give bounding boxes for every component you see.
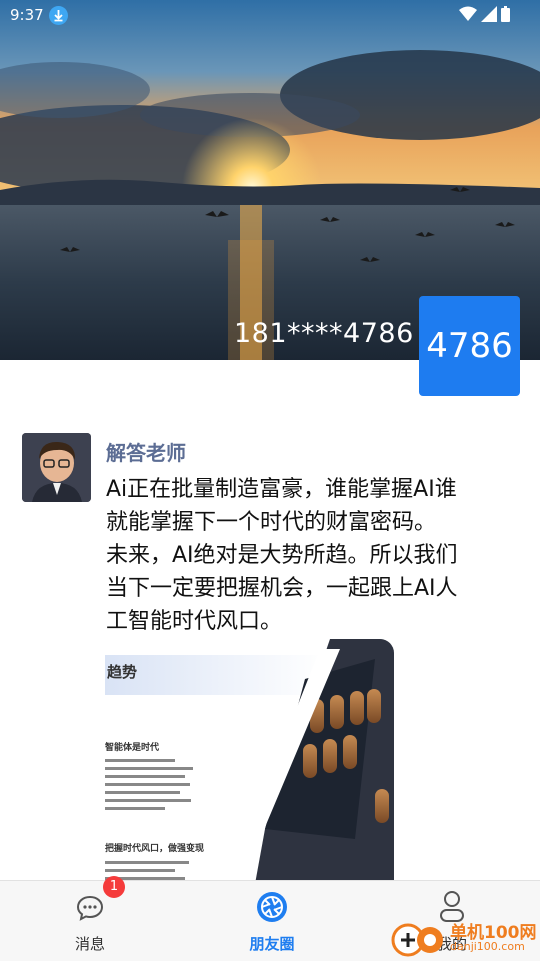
user-avatar[interactable]: 4786: [419, 296, 520, 396]
status-icons: [459, 6, 510, 22]
post-text-line: Ai正在批量制造富豪，谁能掌握AI谁: [106, 477, 457, 502]
moments-icon: [257, 892, 287, 922]
post-author-name[interactable]: 解答老师: [106, 437, 186, 466]
unread-badge: 1: [103, 876, 125, 898]
watermark-logo-icon: [391, 923, 443, 957]
watermark-url: danji100.com: [450, 940, 525, 953]
status-time: 9:37: [10, 6, 44, 24]
post-text-line: 未来，AI绝对是大势所趋。所以我们: [106, 543, 458, 568]
chat-icon: [76, 895, 104, 921]
nav-label-messages: 消息: [74, 935, 105, 953]
nav-label-moments: 朋友圈: [249, 935, 295, 953]
user-phone: 181****4786: [234, 318, 414, 349]
post-image[interactable]: 趋势 智能体是时代 把握时代风口，做强变现: [105, 639, 394, 884]
post-text-line: 工智能时代风口。: [106, 609, 283, 634]
nav-moments[interactable]: 朋友圈: [212, 881, 332, 961]
site-watermark: 单机100网 danji100.com: [388, 916, 538, 958]
wifi-icon: [459, 6, 477, 21]
download-icon: [49, 6, 68, 25]
post-image-heading: 趋势: [107, 663, 138, 681]
post-image-subheading: 智能体是时代: [105, 743, 160, 753]
post-text-line: 当下一定要把握机会，一起跟上AI人: [106, 576, 458, 601]
post-text: Ai正在批量制造富豪，谁能掌握AI谁 就能掌握下一个时代的财富密码。 未来，AI…: [106, 473, 526, 638]
status-bar: 9:37: [0, 0, 540, 32]
nav-messages[interactable]: 消息: [30, 881, 150, 961]
post-text-line: 就能掌握下一个时代的财富密码。: [106, 510, 437, 535]
signal-icon: [481, 6, 497, 22]
post-author-avatar[interactable]: [22, 433, 91, 502]
post-image-subheading: 把握时代风口，做强变现: [105, 844, 205, 854]
battery-icon: [501, 6, 510, 22]
